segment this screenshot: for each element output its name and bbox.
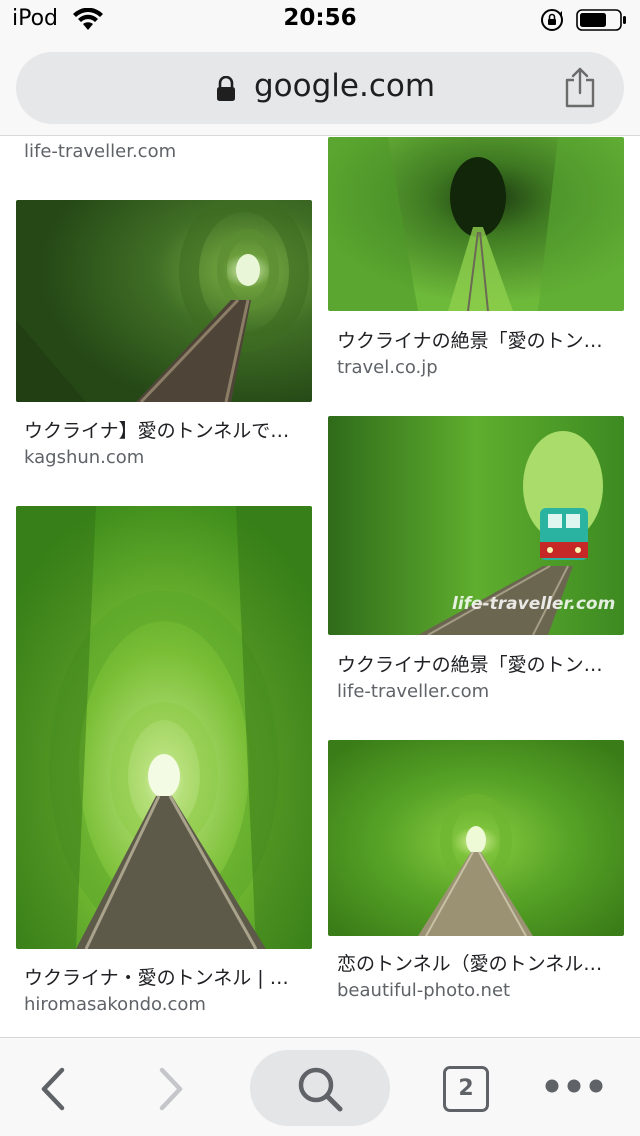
- result-image[interactable]: [328, 137, 624, 311]
- search-icon: [298, 1067, 343, 1112]
- back-icon[interactable]: [34, 1066, 74, 1112]
- result-image[interactable]: [16, 200, 312, 402]
- rotation-lock-icon: [541, 9, 563, 31]
- result-source[interactable]: kagshun.com: [24, 447, 144, 468]
- result-title[interactable]: ウクライナ・愛のトンネル | …: [24, 963, 314, 990]
- result-source[interactable]: beautiful-photo.net: [337, 980, 510, 1001]
- lock-icon: [217, 76, 235, 101]
- result-image[interactable]: life-traveller.com: [328, 416, 624, 635]
- share-icon[interactable]: [562, 66, 598, 108]
- result-title[interactable]: ウクライナ】愛のトンネルで…: [24, 416, 314, 443]
- search-button[interactable]: [250, 1050, 390, 1126]
- result-title[interactable]: ウクライナの絶景「愛のトン…: [337, 326, 627, 353]
- result-source[interactable]: life-traveller.com: [337, 681, 489, 702]
- url-domain: google.com: [254, 68, 436, 104]
- address-bar[interactable]: google.com: [16, 52, 624, 124]
- result-image[interactable]: [16, 506, 312, 949]
- image-watermark: life-traveller.com: [452, 594, 616, 614]
- result-image[interactable]: [328, 740, 624, 936]
- result-title[interactable]: ウクライナの絶景「愛のトン…: [337, 650, 627, 677]
- tabs-button[interactable]: 2: [443, 1066, 489, 1112]
- battery-icon: [576, 9, 626, 31]
- more-options-icon[interactable]: [544, 1078, 604, 1094]
- bottom-toolbar: 2: [0, 1037, 640, 1136]
- status-bar: iPod 20:56: [0, 0, 640, 40]
- image-results-grid: life-traveller.com ウクライナの絶景「愛のトン… travel…: [0, 137, 640, 1037]
- forward-icon[interactable]: [150, 1066, 190, 1112]
- address-bar-area: google.com: [0, 40, 640, 136]
- result-source[interactable]: travel.co.jp: [337, 357, 438, 378]
- result-source[interactable]: life-traveller.com: [24, 141, 176, 162]
- result-source[interactable]: hiromasakondo.com: [24, 994, 206, 1015]
- result-title[interactable]: 恋のトンネル（愛のトンネル…: [337, 949, 627, 976]
